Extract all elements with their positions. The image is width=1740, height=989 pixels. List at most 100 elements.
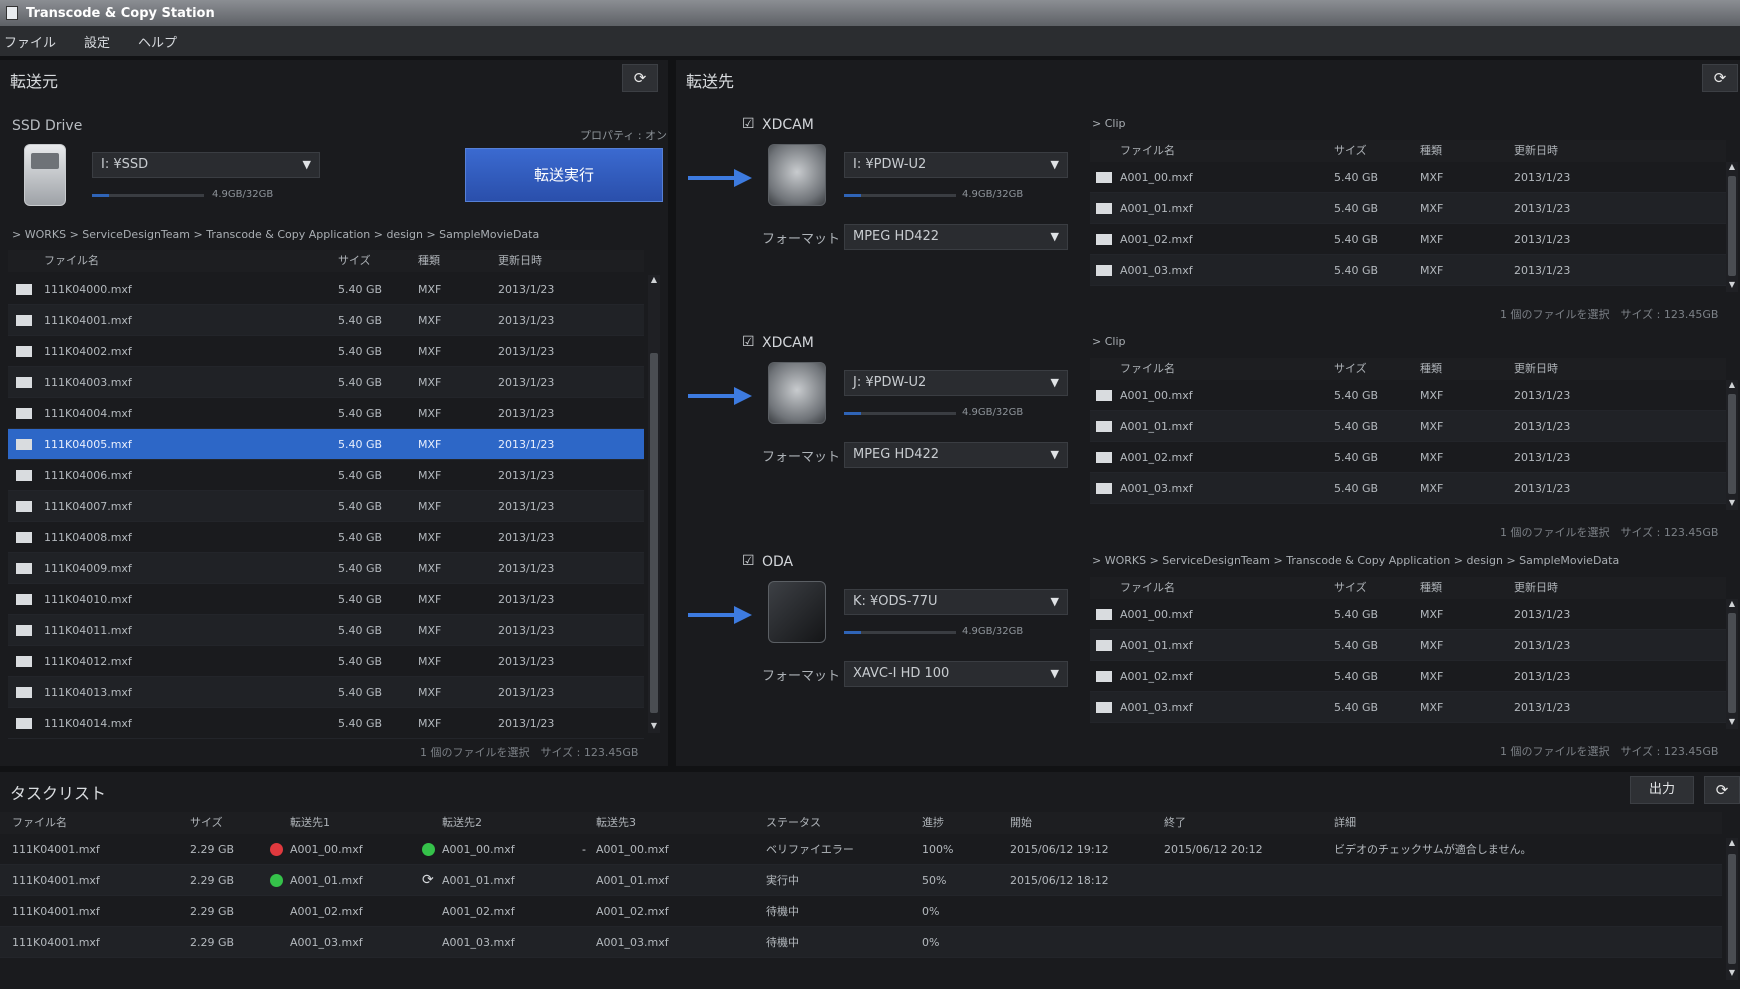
dest-breadcrumb[interactable]: > Clip <box>1092 117 1126 130</box>
column-header[interactable]: 転送先1 <box>290 812 330 834</box>
table-row[interactable]: 111K04014.mxf 5.40 GB MXF 2013/1/23 <box>8 708 644 739</box>
table-row[interactable]: 111K04008.mxf 5.40 GB MXF 2013/1/23 <box>8 522 644 553</box>
column-header[interactable]: サイズ <box>338 250 371 272</box>
table-row[interactable]: 111K04000.mxf 5.40 GB MXF 2013/1/23 <box>8 274 644 305</box>
task-cell-status: 実行中 <box>766 874 799 887</box>
source-refresh-button[interactable]: ⟳ <box>622 64 658 92</box>
table-row[interactable]: A001_03.mxf 5.40 GB MXF 2013/1/23 <box>1090 473 1726 504</box>
dest-scrollbar[interactable]: ▲ ▼ <box>1726 162 1738 292</box>
task-scrollbar[interactable]: ▲ ▼ <box>1726 838 1738 980</box>
column-header[interactable]: 種類 <box>418 250 440 272</box>
table-row[interactable]: A001_00.mxf 5.40 GB MXF 2013/1/23 <box>1090 162 1726 193</box>
dest-refresh-button[interactable]: ⟳ <box>1702 64 1738 92</box>
source-scrollbar[interactable]: ▲ ▼ <box>648 275 660 733</box>
scroll-down-icon[interactable]: ▼ <box>1726 717 1738 729</box>
scroll-up-icon[interactable]: ▲ <box>1726 162 1738 174</box>
dest-drive-select[interactable]: J: ¥PDW-U2 ▼ <box>844 370 1068 396</box>
menu-help[interactable]: ヘルプ <box>138 32 177 51</box>
scroll-down-icon[interactable]: ▼ <box>1726 280 1738 292</box>
table-row[interactable]: 111K04011.mxf 5.40 GB MXF 2013/1/23 <box>8 615 644 646</box>
task-row[interactable]: 111K04001.mxf 2.29 GB A001_01.mxf A001_01.m… <box>0 865 1722 896</box>
column-header[interactable]: ファイル名 <box>44 250 99 272</box>
dest-scrollbar[interactable]: ▲ ▼ <box>1726 380 1738 510</box>
dest-breadcrumb[interactable]: > Clip <box>1092 335 1126 348</box>
task-row[interactable]: 111K04001.mxf 2.29 GB A001_00.mxf A001_00.m… <box>0 834 1722 865</box>
column-header[interactable]: 更新日時 <box>1514 140 1558 162</box>
column-header[interactable]: 詳細 <box>1334 812 1356 834</box>
column-header[interactable]: サイズ <box>190 812 223 834</box>
table-row[interactable]: 111K04003.mxf 5.40 GB MXF 2013/1/23 <box>8 367 644 398</box>
column-header[interactable]: 転送先2 <box>442 812 482 834</box>
scroll-down-icon[interactable]: ▼ <box>648 721 660 733</box>
column-header[interactable]: 更新日時 <box>1514 358 1558 380</box>
scroll-up-icon[interactable]: ▲ <box>648 275 660 287</box>
table-row[interactable]: 111K04010.mxf 5.40 GB MXF 2013/1/23 <box>8 584 644 615</box>
column-header[interactable]: サイズ <box>1334 140 1367 162</box>
column-header[interactable]: ステータス <box>766 812 821 834</box>
dest-drive-select[interactable]: I: ¥PDW-U2 ▼ <box>844 152 1068 178</box>
table-row[interactable]: 111K04012.mxf 5.40 GB MXF 2013/1/23 <box>8 646 644 677</box>
column-header[interactable]: 開始 <box>1010 812 1032 834</box>
scroll-up-icon[interactable]: ▲ <box>1726 380 1738 392</box>
dest-drive-select[interactable]: K: ¥ODS-77U ▼ <box>844 589 1068 615</box>
table-row[interactable]: 111K04009.mxf 5.40 GB MXF 2013/1/23 <box>8 553 644 584</box>
table-row[interactable]: A001_03.mxf 5.40 GB MXF 2013/1/23 <box>1090 255 1726 286</box>
table-row[interactable]: 111K04013.mxf 5.40 GB MXF 2013/1/23 <box>8 677 644 708</box>
column-header[interactable]: ファイル名 <box>1120 358 1175 380</box>
source-breadcrumb[interactable]: > WORKS > ServiceDesignTeam > Transcode … <box>12 228 539 241</box>
run-transfer-button[interactable]: 転送実行 <box>465 148 663 202</box>
scroll-thumb[interactable] <box>650 353 658 713</box>
column-header[interactable]: 種類 <box>1420 358 1442 380</box>
dest-scrollbar[interactable]: ▲ ▼ <box>1726 599 1738 729</box>
source-drive-select[interactable]: I: ¥SSD ▼ <box>92 152 320 178</box>
table-row[interactable]: 111K04007.mxf 5.40 GB MXF 2013/1/23 <box>8 491 644 522</box>
table-row[interactable]: 111K04005.mxf 5.40 GB MXF 2013/1/23 <box>8 429 644 460</box>
task-row[interactable]: 111K04001.mxf 2.29 GB A001_03.mxf A001_03.m… <box>0 927 1722 958</box>
scroll-up-icon[interactable]: ▲ <box>1726 599 1738 611</box>
table-row[interactable]: A001_01.mxf 5.40 GB MXF 2013/1/23 <box>1090 193 1726 224</box>
output-button[interactable]: 出力 <box>1630 776 1694 804</box>
task-row[interactable]: 111K04001.mxf 2.29 GB A001_02.mxf A001_02.m… <box>0 896 1722 927</box>
dest-breadcrumb[interactable]: > WORKS > ServiceDesignTeam > Transcode … <box>1092 554 1619 567</box>
format-select[interactable]: XAVC-I HD 100 ▼ <box>844 661 1068 687</box>
table-row[interactable]: A001_02.mxf 5.40 GB MXF 2013/1/23 <box>1090 224 1726 255</box>
column-header[interactable]: 更新日時 <box>498 250 542 272</box>
column-header[interactable]: 転送先3 <box>596 812 636 834</box>
table-row[interactable]: 111K04001.mxf 5.40 GB MXF 2013/1/23 <box>8 305 644 336</box>
column-header[interactable]: 種類 <box>1420 577 1442 599</box>
column-header[interactable]: 更新日時 <box>1514 577 1558 599</box>
scroll-thumb[interactable] <box>1728 394 1736 494</box>
format-select[interactable]: MPEG HD422 ▼ <box>844 442 1068 468</box>
table-row[interactable]: A001_03.mxf 5.40 GB MXF 2013/1/23 <box>1090 692 1726 723</box>
table-row[interactable]: 111K04006.mxf 5.40 GB MXF 2013/1/23 <box>8 460 644 491</box>
column-header[interactable]: ファイル名 <box>1120 140 1175 162</box>
table-row[interactable]: A001_01.mxf 5.40 GB MXF 2013/1/23 <box>1090 411 1726 442</box>
table-row[interactable]: A001_01.mxf 5.40 GB MXF 2013/1/23 <box>1090 630 1726 661</box>
table-row[interactable]: 111K04002.mxf 5.40 GB MXF 2013/1/23 <box>8 336 644 367</box>
column-header[interactable]: サイズ <box>1334 577 1367 599</box>
task-refresh-button[interactable]: ⟳ <box>1704 776 1740 804</box>
scroll-thumb[interactable] <box>1728 176 1736 276</box>
scroll-thumb[interactable] <box>1728 854 1736 964</box>
table-row[interactable]: A001_00.mxf 5.40 GB MXF 2013/1/23 <box>1090 599 1726 630</box>
column-header[interactable]: 終了 <box>1164 812 1186 834</box>
column-header[interactable]: ファイル名 <box>12 812 67 834</box>
menu-file[interactable]: ファイル <box>4 32 56 51</box>
scroll-up-icon[interactable]: ▲ <box>1726 838 1738 850</box>
table-row[interactable]: A001_02.mxf 5.40 GB MXF 2013/1/23 <box>1090 442 1726 473</box>
menu-settings[interactable]: 設定 <box>84 32 110 51</box>
column-header[interactable]: ファイル名 <box>1120 577 1175 599</box>
table-row[interactable]: 111K04004.mxf 5.40 GB MXF 2013/1/23 <box>8 398 644 429</box>
format-select[interactable]: MPEG HD422 ▼ <box>844 224 1068 250</box>
column-header[interactable]: 進捗 <box>922 812 944 834</box>
scroll-down-icon[interactable]: ▼ <box>1726 498 1738 510</box>
device-checkbox[interactable]: ☑ <box>742 553 755 569</box>
table-row[interactable]: A001_00.mxf 5.40 GB MXF 2013/1/23 <box>1090 380 1726 411</box>
column-header[interactable]: 種類 <box>1420 140 1442 162</box>
scroll-down-icon[interactable]: ▼ <box>1726 968 1738 980</box>
device-checkbox[interactable]: ☑ <box>742 116 755 132</box>
column-header[interactable]: サイズ <box>1334 358 1367 380</box>
table-row[interactable]: A001_02.mxf 5.40 GB MXF 2013/1/23 <box>1090 661 1726 692</box>
scroll-thumb[interactable] <box>1728 613 1736 713</box>
device-checkbox[interactable]: ☑ <box>742 334 755 350</box>
